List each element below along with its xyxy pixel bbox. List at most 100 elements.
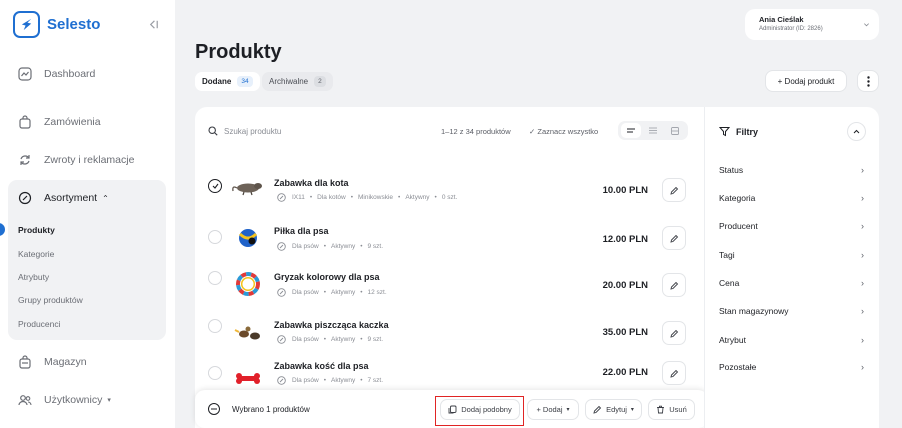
edit-product-button[interactable] bbox=[662, 321, 686, 345]
row-checkbox[interactable] bbox=[208, 319, 222, 333]
filter-stock[interactable]: Stan magazynowy › bbox=[719, 306, 864, 316]
nav-product-groups[interactable]: Grupy produktów bbox=[18, 295, 83, 305]
row-checkbox[interactable] bbox=[208, 179, 222, 193]
chevron-right-icon: › bbox=[861, 362, 864, 372]
chevron-up-icon bbox=[853, 129, 860, 134]
separator: • bbox=[360, 243, 363, 250]
meta-stock: 12 szt. bbox=[367, 289, 387, 296]
trash-icon bbox=[657, 405, 665, 414]
nav-warehouse[interactable]: Magazyn bbox=[18, 355, 87, 369]
collapse-filters-button[interactable] bbox=[847, 122, 866, 141]
edit-product-button[interactable] bbox=[662, 273, 686, 297]
collapse-sidebar-icon[interactable] bbox=[147, 18, 160, 31]
highlight-box bbox=[435, 396, 524, 426]
filter-producer[interactable]: Producent › bbox=[719, 221, 864, 231]
nav-attributes[interactable]: Atrybuty bbox=[18, 272, 49, 282]
tab-archived[interactable]: Archiwalne 2 bbox=[262, 72, 333, 91]
product-name[interactable]: Zabawka kość dla psa bbox=[274, 361, 369, 371]
product-meta: Dla psów • Aktywny • 12 szt. bbox=[277, 288, 387, 297]
logo[interactable]: Selesto bbox=[13, 11, 100, 38]
add-dropdown-button[interactable]: + Dodaj ▾ bbox=[527, 399, 579, 420]
product-image bbox=[238, 229, 258, 247]
meta-category: Dla psów bbox=[292, 377, 319, 384]
chevron-down-icon bbox=[864, 23, 869, 27]
filter-label: Producent bbox=[719, 221, 758, 231]
separator: • bbox=[309, 194, 313, 201]
add-product-button[interactable]: + Dodaj produkt bbox=[765, 70, 847, 92]
tag-icon bbox=[277, 193, 286, 202]
row-checkbox[interactable] bbox=[208, 271, 222, 285]
row-checkbox[interactable] bbox=[208, 366, 222, 380]
nav-returns[interactable]: Zwroty i reklamacje bbox=[18, 153, 134, 167]
filter-status[interactable]: Status › bbox=[719, 165, 864, 175]
separator: • bbox=[360, 377, 363, 384]
filter-other[interactable]: Pozostałe › bbox=[719, 362, 864, 372]
search-box[interactable]: Szukaj produktu bbox=[208, 126, 281, 136]
meta-status: Aktywny bbox=[331, 336, 356, 343]
nav-assortment[interactable]: Asortyment ⌃ bbox=[18, 191, 109, 205]
more-options-button[interactable] bbox=[857, 70, 879, 92]
nav-users[interactable]: Użytkownicy ▾ bbox=[18, 393, 111, 407]
meta-category: Dla kotów bbox=[317, 194, 346, 201]
edit-product-button[interactable] bbox=[662, 178, 686, 202]
user-role: Administrator (ID: 2826) bbox=[759, 26, 823, 32]
product-name[interactable]: Zabawka piszcząca kaczka bbox=[274, 320, 389, 330]
nav-orders[interactable]: Zamówienia bbox=[18, 115, 101, 129]
table-row[interactable]: Zabawka dla kota IX11 • Dla kotów • Mini… bbox=[195, 165, 704, 215]
meta-stock: 9 szt. bbox=[367, 243, 384, 250]
filter-category[interactable]: Kategoria › bbox=[719, 193, 864, 203]
edit-dropdown-button[interactable]: Edytuj ▾ bbox=[585, 399, 642, 420]
product-image bbox=[232, 183, 262, 196]
separator: • bbox=[323, 289, 327, 296]
product-name[interactable]: Piłka dla psa bbox=[274, 226, 329, 236]
tab-label: Dodane bbox=[202, 77, 232, 86]
select-all-button[interactable]: ✓ Zaznacz wszystko bbox=[529, 127, 598, 136]
view-compact-button[interactable] bbox=[643, 123, 663, 138]
nav-label: Dashboard bbox=[44, 68, 96, 80]
action-label: Edytuj bbox=[606, 405, 627, 414]
nav-dashboard[interactable]: Dashboard bbox=[18, 67, 95, 81]
edit-product-button[interactable] bbox=[662, 226, 686, 250]
nav-label: Magazyn bbox=[44, 356, 87, 368]
table-row[interactable]: Gryzak kolorowy dla psa Dla psów • Aktyw… bbox=[195, 263, 704, 313]
nav-categories[interactable]: Kategorie bbox=[18, 249, 54, 259]
row-checkbox[interactable] bbox=[208, 230, 222, 244]
product-name[interactable]: Gryzak kolorowy dla psa bbox=[274, 272, 380, 282]
check-icon bbox=[212, 183, 218, 189]
nav-label: Asortyment bbox=[44, 192, 98, 204]
meta-category: Dla psów bbox=[292, 336, 319, 343]
product-name[interactable]: Zabawka dla kota bbox=[274, 178, 349, 188]
tab-added[interactable]: Dodane 34 bbox=[195, 72, 260, 91]
edit-product-button[interactable] bbox=[662, 361, 686, 385]
table-row[interactable]: Zabawka piszcząca kaczka Dla psów • Akty… bbox=[195, 312, 704, 362]
product-image bbox=[236, 373, 260, 384]
product-price: 12.00 PLN bbox=[602, 234, 648, 245]
separator: • bbox=[434, 194, 437, 201]
chevron-down-icon: ▾ bbox=[107, 397, 111, 404]
separator: • bbox=[323, 243, 327, 250]
nav-producers[interactable]: Producenci bbox=[18, 319, 61, 329]
delete-button[interactable]: Usuń bbox=[648, 399, 695, 420]
view-list-button[interactable] bbox=[621, 123, 641, 138]
table-row[interactable]: Piłka dla psa Dla psów • Aktywny • 9 szt… bbox=[195, 214, 704, 264]
separator: • bbox=[360, 289, 363, 296]
search-input[interactable]: Szukaj produktu bbox=[224, 127, 281, 136]
user-menu[interactable]: Ania Cieślak Administrator (ID: 2826) bbox=[745, 9, 879, 40]
assortment-group: Asortyment ⌃ Produkty Kategorie Atrybuty… bbox=[8, 180, 166, 340]
view-grid-button[interactable] bbox=[665, 123, 685, 138]
product-meta: Dla psów • Aktywny • 9 szt. bbox=[277, 335, 383, 344]
deselect-checkbox[interactable] bbox=[208, 403, 220, 415]
product-price: 20.00 PLN bbox=[602, 280, 648, 291]
meta-status: Aktywny bbox=[405, 194, 430, 201]
meta-category: Dla psów bbox=[292, 289, 319, 296]
scrollbar[interactable] bbox=[896, 0, 902, 428]
action-label: + Dodaj bbox=[536, 405, 563, 414]
filter-tags[interactable]: Tagi › bbox=[719, 250, 864, 260]
product-meta: Dla psów • Aktywny • 7 szt. bbox=[277, 376, 383, 385]
view-switcher bbox=[618, 121, 688, 140]
page-title: Produkty bbox=[195, 41, 282, 63]
nav-products[interactable]: Produkty bbox=[18, 225, 55, 235]
filter-price[interactable]: Cena › bbox=[719, 278, 864, 288]
filter-attribute[interactable]: Atrybut › bbox=[719, 335, 864, 345]
warehouse-icon bbox=[19, 355, 31, 369]
